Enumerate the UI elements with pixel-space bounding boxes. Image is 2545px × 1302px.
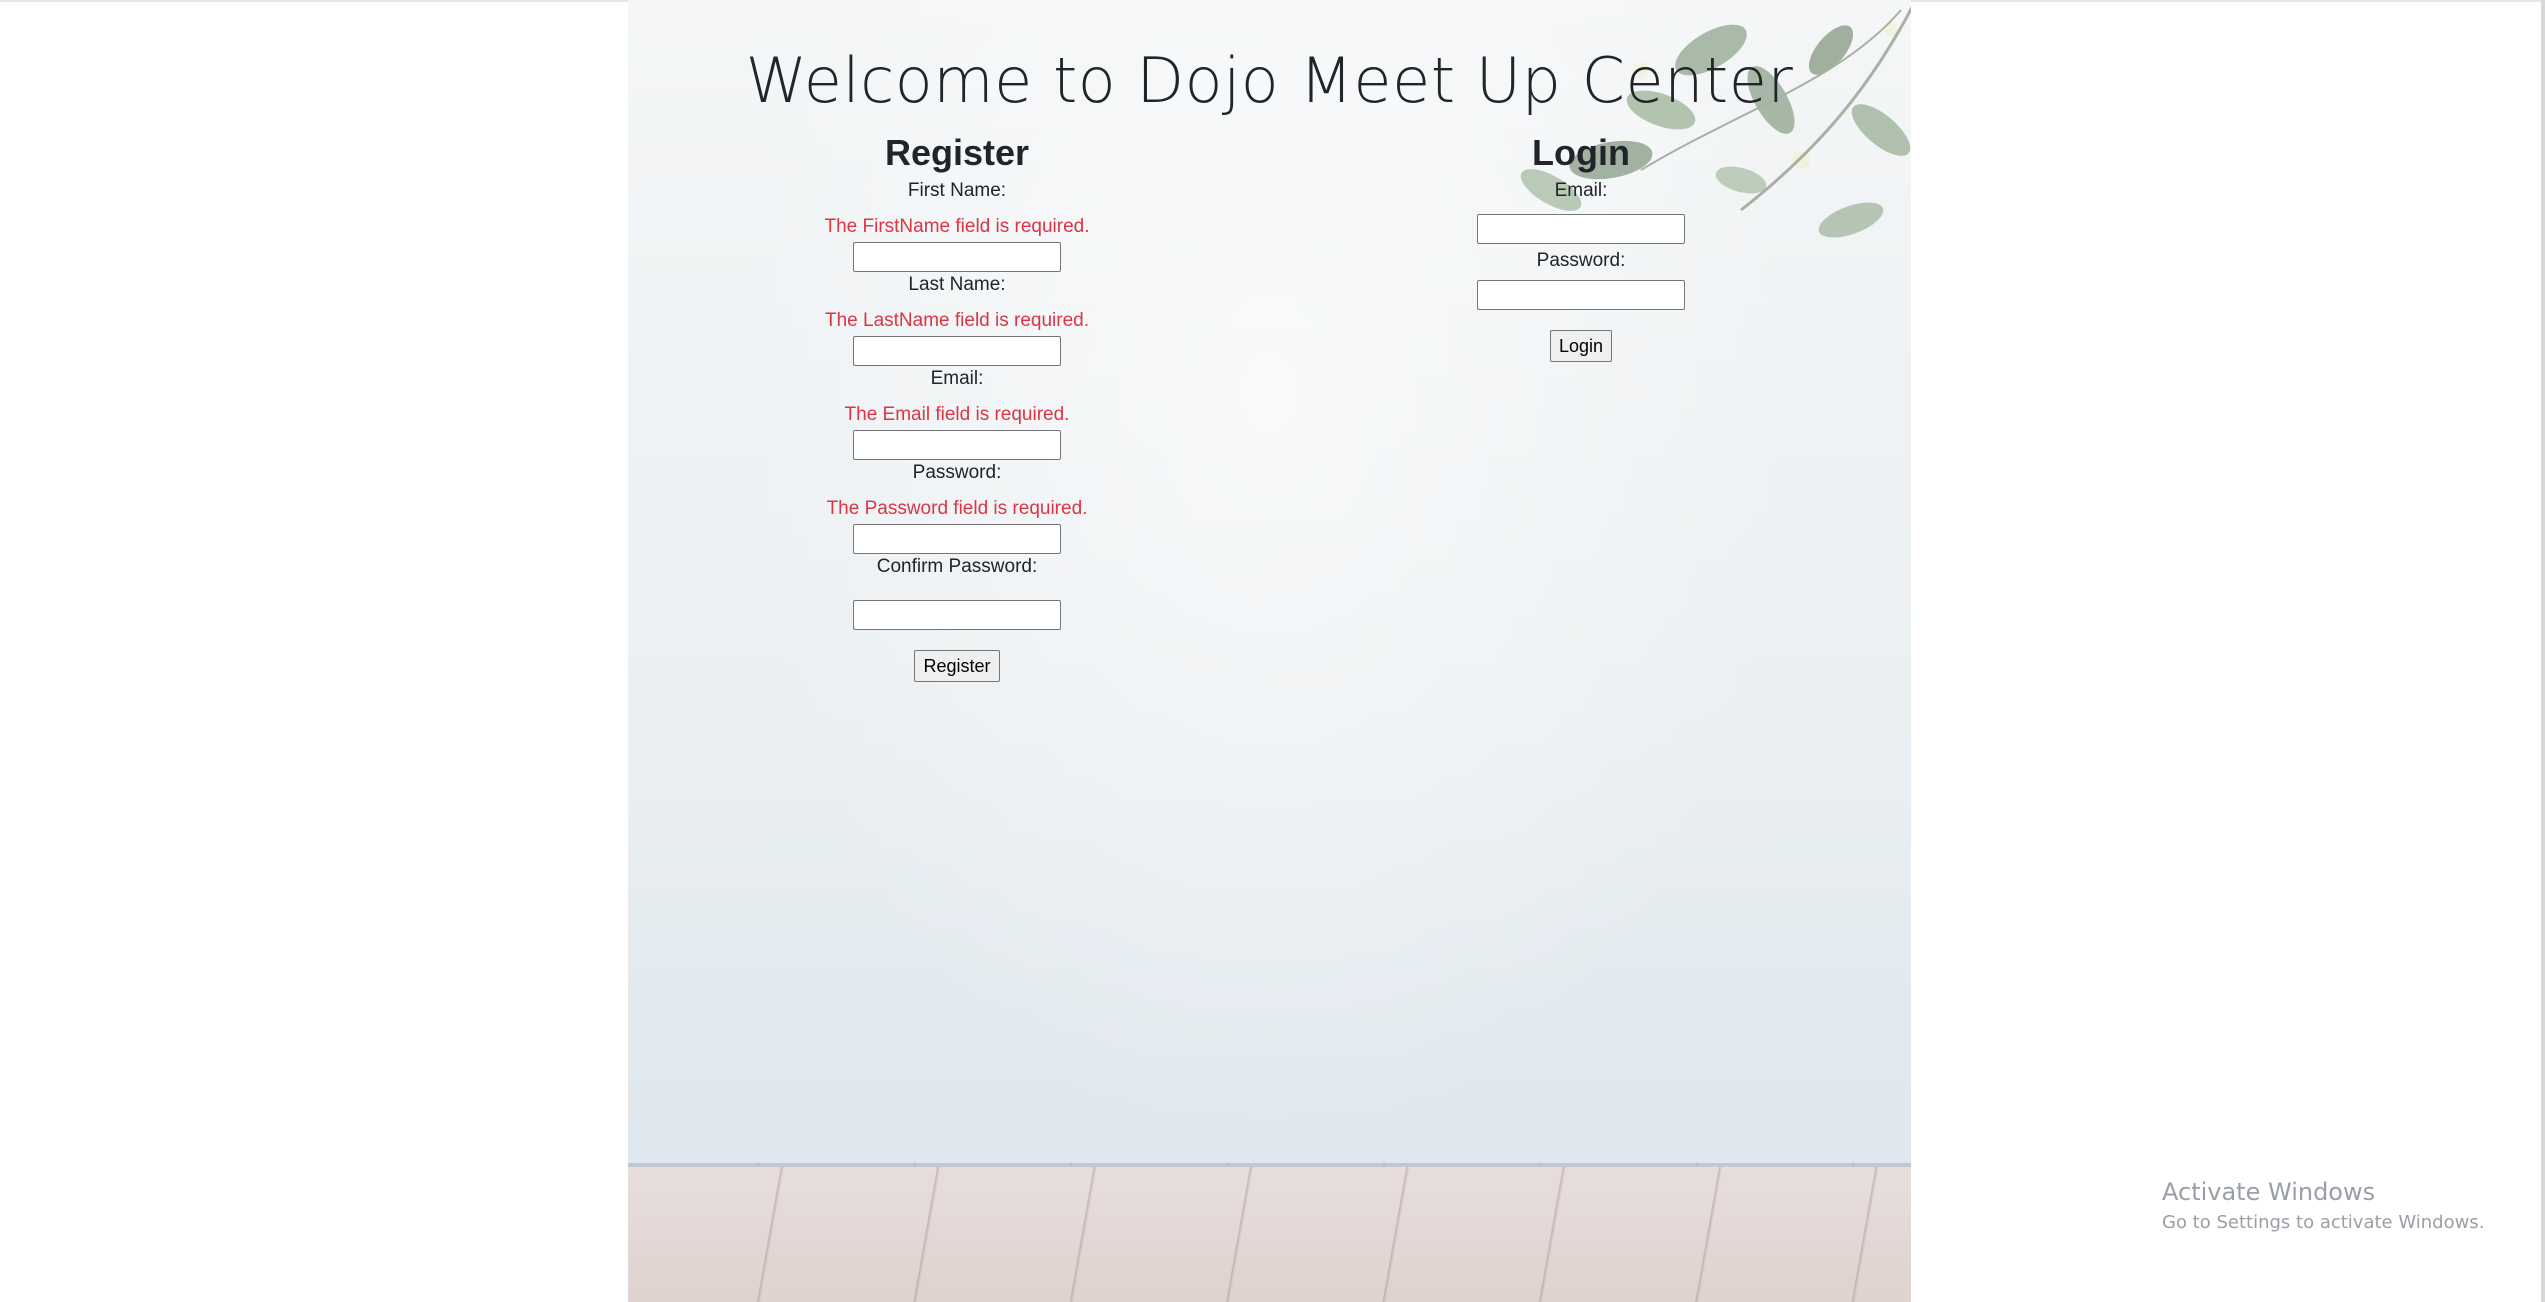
login-email-input[interactable]: [1477, 214, 1685, 244]
watermark-title: Activate Windows: [2162, 1178, 2376, 1206]
first-name-label: First Name:: [907, 180, 1007, 201]
register-email-label: Email:: [930, 368, 984, 389]
confirm-password-input[interactable]: [853, 600, 1061, 630]
register-password-error: The Password field is required.: [826, 498, 1088, 519]
register-heading: Register: [884, 132, 1030, 173]
watermark-subtitle: Go to Settings to activate Windows.: [2162, 1212, 2485, 1233]
login-heading: Login: [1532, 132, 1630, 173]
register-email-error: The Email field is required.: [844, 404, 1070, 425]
wooden-floor: [628, 1163, 1911, 1302]
activate-windows-watermark: Activate Windows Go to Settings to activ…: [2162, 1178, 2484, 1233]
register-password-input[interactable]: [853, 524, 1061, 554]
last-name-label: Last Name:: [908, 274, 1006, 295]
login-button[interactable]: Login: [1549, 330, 1613, 362]
login-form: Login Email: Password: Login: [1371, 128, 1791, 362]
register-email-input[interactable]: [853, 430, 1061, 460]
register-password-label: Password:: [912, 462, 1002, 483]
scrollbar[interactable]: [2541, 0, 2545, 1302]
last-name-error: The LastName field is required.: [824, 310, 1089, 331]
first-name-input[interactable]: [853, 242, 1061, 272]
page-title: Welcome to Dojo Meet Up Center: [745, 43, 1794, 117]
login-email-label: Email:: [1554, 180, 1608, 201]
last-name-input[interactable]: [853, 336, 1061, 366]
first-name-error: The FirstName field is required.: [824, 216, 1090, 237]
login-password-label: Password:: [1536, 250, 1626, 271]
register-form: Register First Name: The FirstName field…: [747, 128, 1167, 682]
register-button[interactable]: Register: [914, 650, 1000, 682]
confirm-password-label: Confirm Password:: [876, 556, 1038, 577]
login-password-input[interactable]: [1477, 280, 1685, 310]
